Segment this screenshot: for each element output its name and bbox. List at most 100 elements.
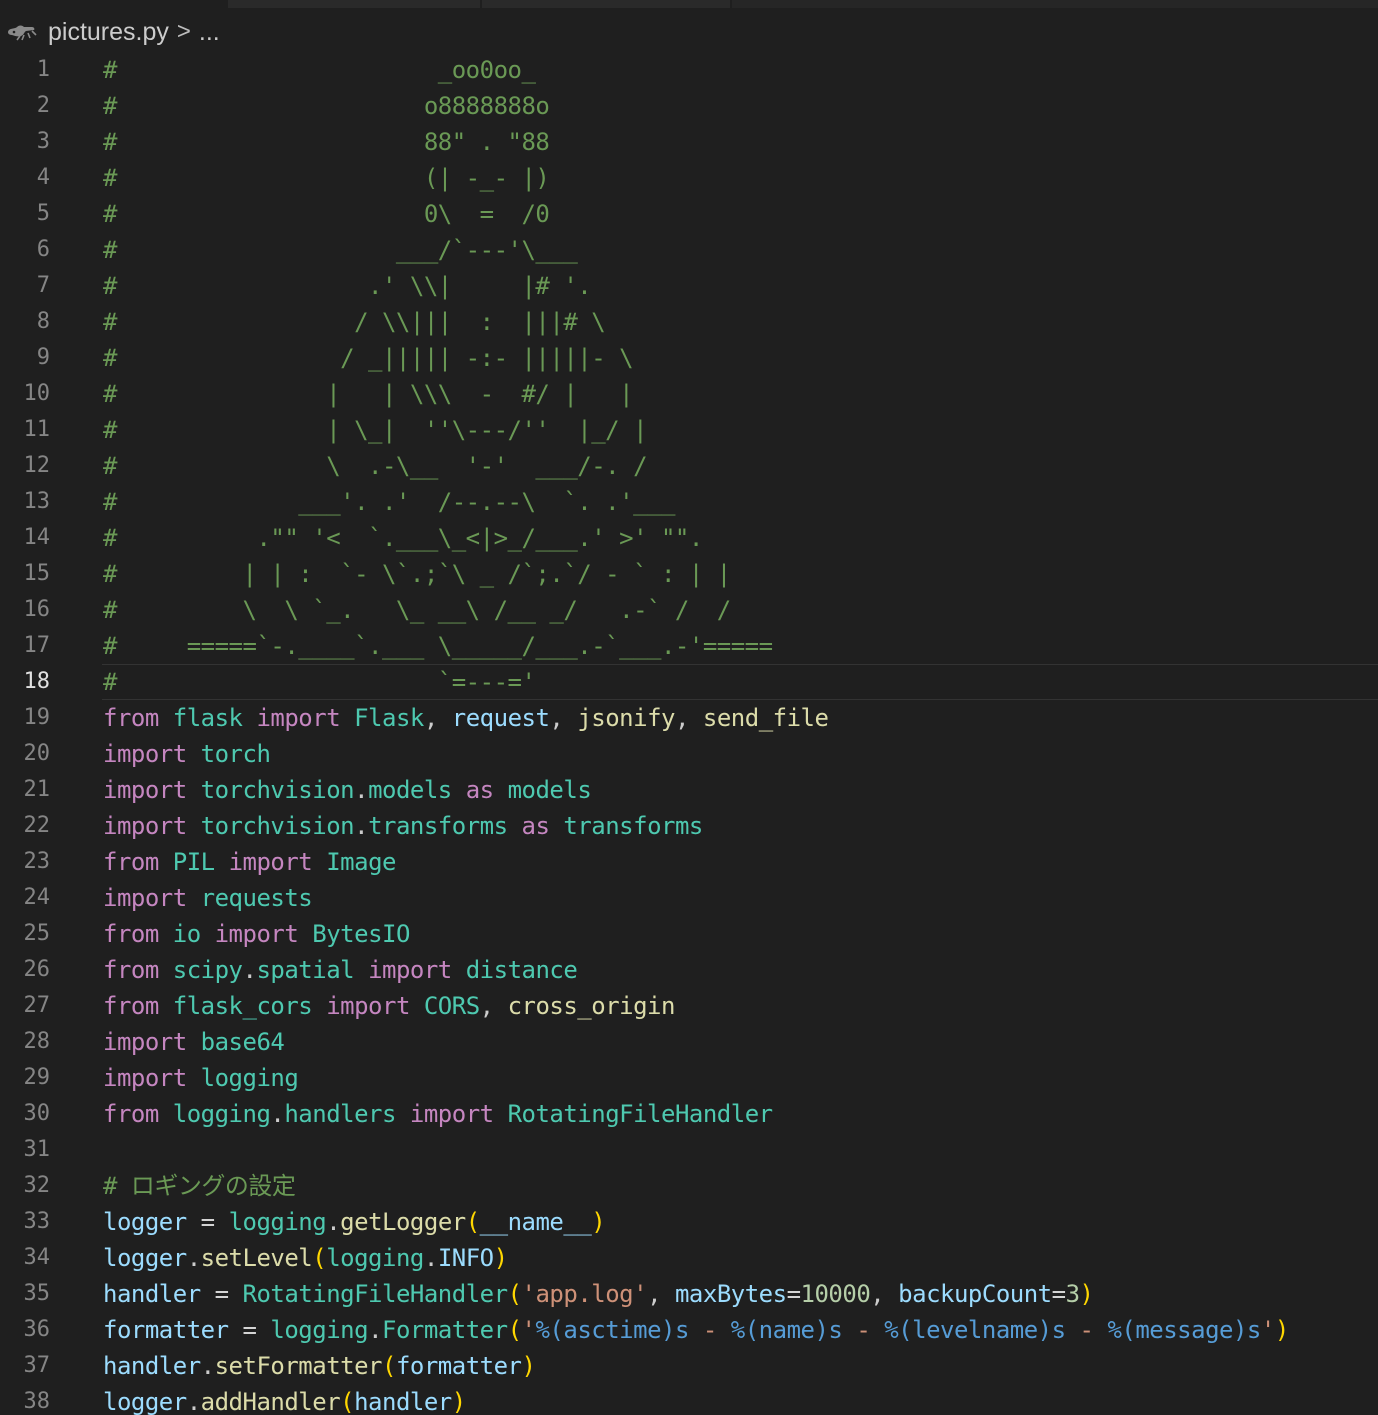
code-text[interactable]: # \ \ `_. \_ __\ /__ _/ .-` / / [103,592,731,628]
code-line[interactable]: 9 # / _||||| -:- |||||- \ [0,340,1378,376]
line-number[interactable]: 33 [0,1204,51,1240]
code-line[interactable]: 21 import torchvision.models as models [0,772,1378,808]
line-number[interactable]: 19 [0,700,51,736]
code-text[interactable]: # | \_| ''\---/'' |_/ | [103,412,648,448]
code-lines[interactable]: 1 # _oo0oo_ 2 # o8888888o 3 # 88" . "88 4 # (| … [0,52,1378,1415]
code-line[interactable]: 2 # o8888888o [0,88,1378,124]
line-number[interactable]: 9 [0,340,50,376]
line-number[interactable]: 5 [0,196,50,232]
line-number[interactable]: 30 [0,1096,51,1132]
line-number[interactable]: 6 [0,232,50,268]
line-number[interactable]: 22 [0,808,51,844]
code-line[interactable]: 31 [0,1132,1378,1168]
line-number[interactable]: 36 [0,1312,51,1348]
code-line[interactable]: 27 from flask_cors import CORS, cross_ori… [0,988,1378,1024]
code-line[interactable]: 30 from logging.handlers import RotatingF… [0,1096,1378,1132]
line-number[interactable]: 7 [0,268,50,304]
code-line[interactable]: 16 # \ \ `_. \_ __\ /__ _/ .-` / / [0,592,1378,628]
code-line[interactable]: 7 # .' \\| |# '. [0,268,1378,304]
code-line[interactable]: 5 # 0\ = /0 [0,196,1378,232]
code-line[interactable]: 35 handler = RotatingFileHandler('app.log… [0,1276,1378,1312]
code-text[interactable]: # `=---=' [103,664,536,700]
code-text[interactable]: from flask import Flask, request, jsonif… [103,700,829,736]
line-number[interactable]: 18 [0,664,51,700]
code-line[interactable]: 26 from scipy.spatial import distance [0,952,1378,988]
line-number[interactable]: 32 [0,1168,51,1204]
code-text[interactable]: handler.setFormatter(formatter) [103,1348,536,1384]
code-line[interactable]: 22 import torchvision.transforms as trans… [0,808,1378,844]
line-number[interactable]: 35 [0,1276,51,1312]
code-line[interactable]: 11 # | \_| ''\---/'' |_/ | [0,412,1378,448]
code-text[interactable]: handler = RotatingFileHandler('app.log',… [103,1276,1094,1312]
line-number[interactable]: 28 [0,1024,51,1060]
breadcrumb-filename[interactable]: pictures.py [48,18,169,47]
code-text[interactable]: # | | : `- \`.;`\ _ /`;.`/ - ` : | | [103,556,731,592]
line-number[interactable]: 1 [0,52,50,88]
code-line[interactable]: 10 # | | \\\ - #/ | | [0,376,1378,412]
code-text[interactable]: # \ .-\__ '-' ___/-. / [103,448,648,484]
line-number[interactable]: 17 [0,628,51,664]
line-number[interactable]: 25 [0,916,51,952]
code-line[interactable]: 8 # / \\||| : |||# \ [0,304,1378,340]
code-text[interactable]: import requests [103,880,313,916]
code-text[interactable]: # ___/`---'\___ [103,232,578,268]
code-line[interactable]: 12 # \ .-\__ '-' ___/-. / [0,448,1378,484]
code-text[interactable]: from scipy.spatial import distance [103,952,578,988]
code-text[interactable]: # 0\ = /0 [103,196,550,232]
code-text[interactable]: import logging [103,1060,299,1096]
code-line[interactable]: 37 handler.setFormatter(formatter) [0,1348,1378,1384]
code-line[interactable]: 33 logger = logging.getLogger(__name__) [0,1204,1378,1240]
code-text[interactable]: formatter = logging.Formatter('%(asctime… [103,1312,1289,1348]
line-number[interactable]: 13 [0,484,51,520]
code-line[interactable]: 28 import base64 [0,1024,1378,1060]
code-line[interactable]: 24 import requests [0,880,1378,916]
line-number[interactable]: 14 [0,520,51,556]
line-number[interactable]: 38 [0,1384,51,1415]
code-line[interactable]: 20 import torch [0,736,1378,772]
code-text[interactable]: # ロギングの設定 [103,1168,296,1204]
code-text[interactable]: from PIL import Image [103,844,396,880]
code-line[interactable]: 15 # | | : `- \`.;`\ _ /`;.`/ - ` : | | [0,556,1378,592]
code-line[interactable]: 13 # ___'. .' /--.--\ `. .'___ [0,484,1378,520]
code-text[interactable]: # =====`-.____`.___ \_____/___.-`___.-'=… [103,628,773,664]
code-line[interactable]: 14 # ."" '< `.___\_<|>_/___.' >' "". [0,520,1378,556]
code-text[interactable]: logger.addHandler(handler) [103,1384,466,1415]
code-line[interactable]: 17 # =====`-.____`.___ \_____/___.-`___.-… [0,628,1378,664]
code-text[interactable]: import torchvision.transforms as transfo… [103,808,703,844]
line-number[interactable]: 20 [0,736,51,772]
code-text[interactable]: # _oo0oo_ [103,52,536,88]
line-number[interactable]: 11 [0,412,51,448]
line-number[interactable]: 24 [0,880,51,916]
code-line[interactable]: 6 # ___/`---'\___ [0,232,1378,268]
line-number[interactable]: 23 [0,844,51,880]
line-number[interactable]: 21 [0,772,51,808]
line-number[interactable]: 34 [0,1240,51,1276]
line-number[interactable]: 15 [0,556,51,592]
code-line[interactable]: 3 # 88" . "88 [0,124,1378,160]
code-text[interactable]: # | | \\\ - #/ | | [103,376,634,412]
code-line[interactable]: 25 from io import BytesIO [0,916,1378,952]
line-number[interactable]: 3 [0,124,50,160]
code-text[interactable]: # / \\||| : |||# \ [103,304,606,340]
line-number[interactable]: 26 [0,952,51,988]
line-number[interactable]: 31 [0,1132,51,1168]
code-text[interactable]: # (| -_- |) [103,160,550,196]
line-number[interactable]: 29 [0,1060,51,1096]
line-number[interactable]: 27 [0,988,51,1024]
code-text[interactable]: # .' \\| |# '. [103,268,592,304]
line-number[interactable]: 16 [0,592,51,628]
line-number[interactable]: 10 [0,376,51,412]
code-line[interactable]: 32 # ロギングの設定 [0,1168,1378,1204]
code-text[interactable]: from logging.handlers import RotatingFil… [103,1096,773,1132]
code-line[interactable]: 34 logger.setLevel(logging.INFO) [0,1240,1378,1276]
code-line[interactable]: 19 from flask import Flask, request, json… [0,700,1378,736]
code-editor[interactable]: pictures.py > ... 1 # _oo0oo_ 2 # o8888888o… [0,0,1378,1415]
code-text[interactable]: import torch [103,736,271,772]
editor-tab[interactable] [732,0,1378,8]
code-text[interactable]: logger.setLevel(logging.INFO) [103,1240,508,1276]
line-number[interactable]: 37 [0,1348,51,1384]
code-line[interactable]: 4 # (| -_- |) [0,160,1378,196]
code-text[interactable]: # 88" . "88 [103,124,550,160]
code-text[interactable]: import base64 [103,1024,285,1060]
code-text[interactable]: logger = logging.getLogger(__name__) [103,1204,606,1240]
